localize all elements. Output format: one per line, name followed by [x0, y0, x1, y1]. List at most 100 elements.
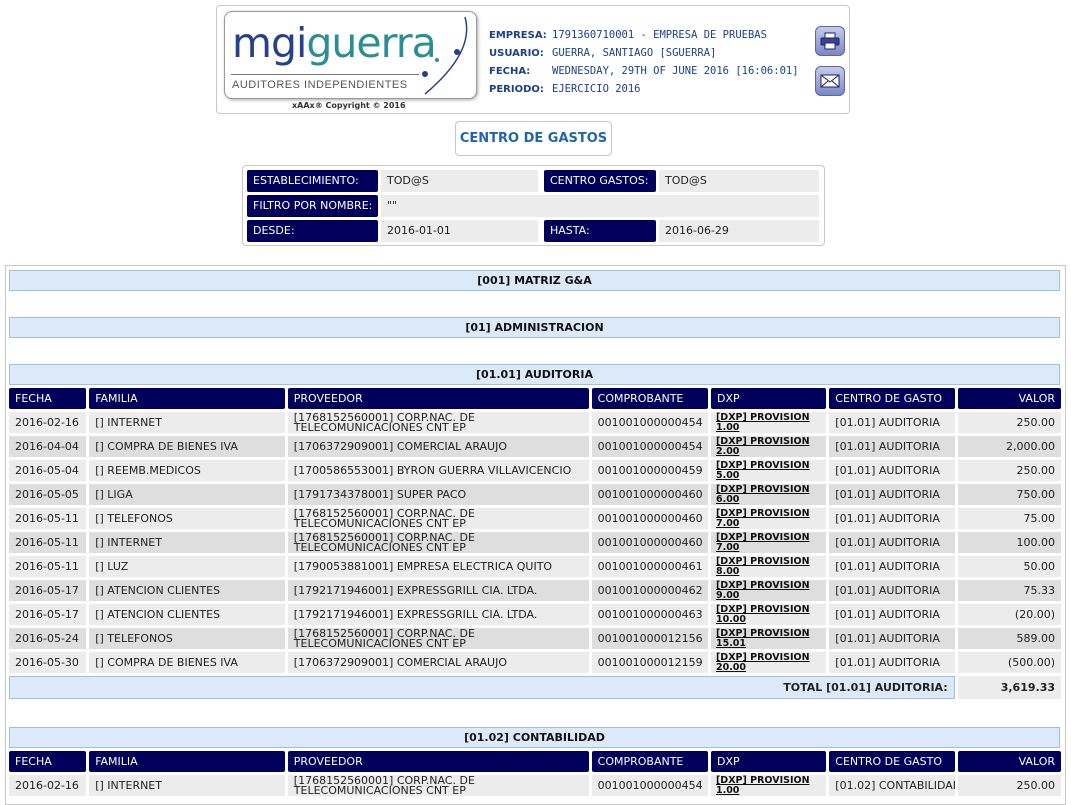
familia-cell: [] INTERNET — [89, 412, 285, 433]
valor-cell: 50.00 — [957, 556, 1061, 577]
dxp-link[interactable]: [DXP] PROVISION 20.00 — [716, 653, 816, 672]
comprobante-cell: 001001000000460 — [591, 484, 708, 505]
col-valor[interactable]: VALOR — [957, 388, 1061, 409]
dxp-cell: [DXP] PROVISION 1.00 — [710, 775, 827, 796]
dxp-cell: [DXP] PROVISION 7.00 — [710, 508, 827, 529]
print-button[interactable] — [815, 26, 845, 56]
familia-cell: [] INTERNET — [89, 532, 285, 553]
mail-icon — [820, 74, 840, 88]
col-familia[interactable]: FAMILIA — [89, 751, 285, 772]
logo-wordmark: mgiguerra — [232, 19, 437, 67]
familia-cell: [] LUZ — [89, 556, 285, 577]
col-proveedor[interactable]: PROVEEDOR — [287, 388, 589, 409]
col-centro-gasto[interactable]: CENTRO DE GASTO — [829, 388, 955, 409]
fecha-cell: 2016-05-11 — [9, 556, 87, 577]
valor-cell: 250.00 — [957, 775, 1061, 796]
familia-cell: [] ATENCION CLIENTES — [89, 604, 285, 625]
valor-cell: 250.00 — [957, 412, 1061, 433]
email-button[interactable] — [815, 66, 845, 96]
familia-cell: [] LIGA — [89, 484, 285, 505]
col-proveedor[interactable]: PROVEEDOR — [287, 751, 589, 772]
expense-table-auditoria: FECHA FAMILIA PROVEEDOR COMPROBANTE DXP … — [6, 385, 1064, 702]
total-value: 3,619.33 — [957, 676, 1061, 699]
col-fecha[interactable]: FECHA — [9, 388, 87, 409]
departamento-heading: [01] ADMINISTRACION — [9, 317, 1060, 338]
info-periodo: PERIODO: EJERCICIO 2016 — [489, 83, 641, 95]
table-row: 2016-05-05[] LIGA [1791734378001] SUPER P… — [9, 484, 1061, 505]
dxp-link[interactable]: [DXP] PROVISION 8.00 — [716, 557, 816, 576]
col-comprobante[interactable]: COMPROBANTE — [591, 751, 708, 772]
table-row: 2016-05-11[] INTERNET [1768152560001] COR… — [9, 532, 1061, 553]
dxp-link[interactable]: [DXP] PROVISION 5.00 — [716, 461, 816, 480]
dxp-link[interactable]: [DXP] PROVISION 7.00 — [716, 533, 816, 552]
logo-divider — [231, 74, 419, 75]
dxp-link[interactable]: [DXP] PROVISION 9.00 — [716, 581, 816, 600]
col-centro-gasto[interactable]: CENTRO DE GASTO — [829, 751, 955, 772]
filtro-nombre-value: "" — [381, 195, 819, 217]
fecha-cell: 2016-05-30 — [9, 652, 87, 673]
col-familia[interactable]: FAMILIA — [89, 388, 285, 409]
centro-gastos-value: TOD@S — [659, 170, 819, 192]
dxp-link[interactable]: [DXP] PROVISION 1.00 — [716, 776, 816, 795]
dxp-cell: [DXP] PROVISION 15.01 — [710, 628, 827, 649]
table-row: 2016-05-11[] TELEFONOS [1768152560001] CO… — [9, 508, 1061, 529]
fecha-cell: 2016-05-04 — [9, 460, 87, 481]
dxp-link[interactable]: [DXP] PROVISION 10.00 — [716, 605, 816, 624]
dxp-link[interactable]: [DXP] PROVISION 2.00 — [716, 437, 816, 456]
comprobante-cell: 001001000000454 — [591, 775, 708, 796]
header-panel: mgiguerra AUDITORES INDEPENDIENTES xAAx®… — [216, 5, 850, 114]
proveedor-cell: [1700586553001] BYRON GUERRA VILLAVICENC… — [287, 460, 589, 481]
proveedor-cell: [1768152560001] CORP.NAC. DE TELECOMUNIC… — [287, 532, 589, 553]
dxp-link[interactable]: [DXP] PROVISION 6.00 — [716, 485, 816, 504]
desde-label: DESDE: — [247, 220, 378, 242]
hasta-label: HASTA: — [544, 220, 656, 242]
establecimiento-label: ESTABLECIMIENTO: — [247, 170, 378, 192]
printer-icon — [820, 32, 840, 50]
proveedor-cell: [1768152560001] CORP.NAC. DE TELECOMUNIC… — [287, 775, 589, 796]
centro-gasto-cell: [01.01] AUDITORIA — [829, 628, 955, 649]
fecha-cell: 2016-05-11 — [9, 532, 87, 553]
comprobante-cell: 001001000012159 — [591, 652, 708, 673]
centro-gasto-cell: [01.01] AUDITORIA — [829, 652, 955, 673]
familia-cell: [] COMPRA DE BIENES IVA — [89, 436, 285, 457]
fecha-cell: 2016-05-24 — [9, 628, 87, 649]
proveedor-cell: [1768152560001] CORP.NAC. DE TELECOMUNIC… — [287, 508, 589, 529]
dxp-link[interactable]: [DXP] PROVISION 1.00 — [716, 413, 816, 432]
proveedor-cell: [1706372909001] COMERCIAL ARAUJO — [287, 652, 589, 673]
centro-gasto-cell: [01.01] AUDITORIA — [829, 436, 955, 457]
col-dxp[interactable]: DXP — [710, 751, 827, 772]
session-info: EMPRESA: 1791360710001 - EMPRESA DE PRUEB… — [489, 26, 799, 98]
filtro-nombre-label: FILTRO POR NOMBRE: — [247, 195, 378, 217]
fecha-cell: 2016-05-17 — [9, 604, 87, 625]
comprobante-cell: 001001000000454 — [591, 412, 708, 433]
comprobante-cell: 001001000000460 — [591, 508, 708, 529]
familia-cell: [] COMPRA DE BIENES IVA — [89, 652, 285, 673]
dxp-cell: [DXP] PROVISION 10.00 — [710, 604, 827, 625]
centro-gasto-cell: [01.01] AUDITORIA — [829, 604, 955, 625]
proveedor-cell: [1768152560001] CORP.NAC. DE TELECOMUNIC… — [287, 628, 589, 649]
expense-table-contabilidad: FECHA FAMILIA PROVEEDOR COMPROBANTE DXP … — [6, 748, 1064, 799]
company-logo: mgiguerra AUDITORES INDEPENDIENTES — [224, 11, 477, 99]
centro-gasto-cell: [01.01] AUDITORIA — [829, 484, 955, 505]
col-valor[interactable]: VALOR — [957, 751, 1061, 772]
comprobante-cell: 001001000000463 — [591, 604, 708, 625]
col-dxp[interactable]: DXP — [710, 388, 827, 409]
proveedor-cell: [1706372909001] COMERCIAL ARAUJO — [287, 436, 589, 457]
total-row: TOTAL [01.01] AUDITORIA: 3,619.33 — [9, 676, 1061, 699]
section-heading-auditoria: [01.01] AUDITORIA — [9, 364, 1060, 385]
table-header-row: FECHA FAMILIA PROVEEDOR COMPROBANTE DXP … — [9, 388, 1061, 409]
page-title: CENTRO DE GASTOS — [455, 121, 612, 156]
valor-cell: (20.00) — [957, 604, 1061, 625]
fecha-cell: 2016-02-16 — [9, 412, 87, 433]
comprobante-cell: 001001000000461 — [591, 556, 708, 577]
table-row: 2016-05-24[] TELEFONOS [1768152560001] CO… — [9, 628, 1061, 649]
dxp-link[interactable]: [DXP] PROVISION 15.01 — [716, 629, 816, 648]
table-row: 2016-05-11[] LUZ [1790053881001] EMPRESA … — [9, 556, 1061, 577]
centro-gasto-cell: [01.01] AUDITORIA — [829, 412, 955, 433]
familia-cell: [] TELEFONOS — [89, 508, 285, 529]
comprobante-cell: 001001000000462 — [591, 580, 708, 601]
col-fecha[interactable]: FECHA — [9, 751, 87, 772]
dxp-link[interactable]: [DXP] PROVISION 7.00 — [716, 509, 816, 528]
proveedor-cell: [1768152560001] CORP.NAC. DE TELECOMUNIC… — [287, 412, 589, 433]
col-comprobante[interactable]: COMPROBANTE — [591, 388, 708, 409]
